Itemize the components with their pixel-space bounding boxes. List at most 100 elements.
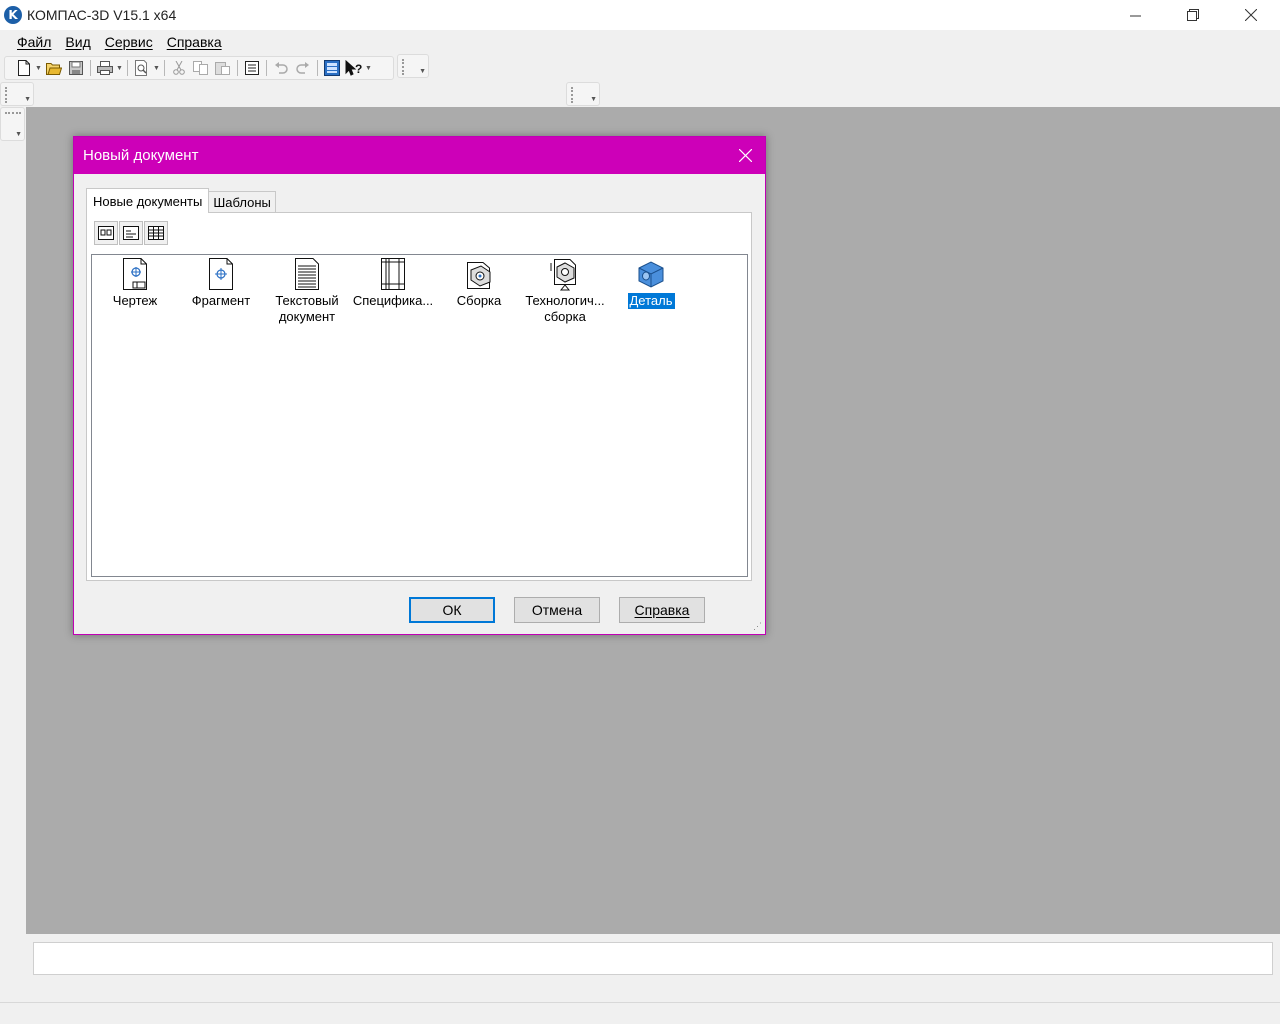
open-button[interactable] [43, 58, 65, 78]
toolbar-stub[interactable]: ▼ [397, 54, 429, 78]
new-document-icon [18, 60, 30, 76]
document-item-drawing[interactable]: Чертеж [92, 257, 178, 309]
context-help-icon: ? [345, 60, 362, 76]
undo-button[interactable] [270, 58, 292, 78]
toolbar-options-icon[interactable]: ▼ [419, 68, 426, 75]
copy-button[interactable] [190, 58, 212, 78]
toolbar-separator [317, 60, 318, 76]
details-view-button[interactable] [144, 221, 168, 245]
properties-button[interactable] [241, 58, 263, 78]
cut-button[interactable] [168, 58, 190, 78]
minimize-button[interactable] [1106, 0, 1164, 30]
undo-icon [275, 62, 288, 74]
toolbar-separator [164, 60, 165, 76]
paste-icon [215, 62, 230, 75]
print-icon [97, 61, 113, 75]
document-item-specification[interactable]: Специфика... [350, 257, 436, 309]
new-document-dialog: Новый документ Новые документы Шаблоны Ч… [73, 136, 766, 635]
document-item-label: Специфика... [352, 293, 434, 308]
document-item-technological-assembly[interactable]: Технологич... сборка [522, 257, 608, 325]
panel-options-icon[interactable]: ▼ [15, 131, 22, 138]
document-item-label: Деталь [627, 293, 675, 309]
panel-options-icon[interactable]: ▼ [590, 96, 597, 103]
minimize-icon [1129, 15, 1141, 16]
compact-panel: ▼ [0, 107, 26, 1002]
redo-button[interactable] [292, 58, 314, 78]
restore-button[interactable] [1164, 0, 1222, 30]
document-item-label: Фрагмент [191, 293, 251, 308]
menu-service[interactable]: Сервис [98, 34, 160, 50]
open-folder-icon [46, 63, 62, 75]
window-title: КОМПАС-3D V15.1 x64 [27, 7, 177, 23]
toolbar-separator [237, 60, 238, 76]
toolbar-overflow-icon[interactable]: ▼ [365, 65, 373, 72]
list-view-button[interactable] [119, 221, 143, 245]
technological-assembly-icon [548, 257, 582, 291]
print-dropdown-icon[interactable]: ▼ [116, 65, 124, 72]
resize-grip-icon[interactable]: ⋰ [753, 621, 762, 632]
details-view-icon [148, 226, 164, 240]
document-item-fragment[interactable]: Фрагмент [178, 257, 264, 309]
center-panel-stub[interactable]: ▼ [566, 82, 600, 106]
bottom-panel [26, 934, 1280, 1002]
fragment-icon [204, 257, 238, 291]
save-button[interactable] [65, 58, 87, 78]
drag-handle-icon[interactable] [402, 59, 406, 75]
kompas-logo-icon: K [4, 6, 22, 24]
menu-file[interactable]: Файл [10, 34, 58, 50]
print-button[interactable] [94, 58, 116, 78]
document-item-label: Текстовый документ [275, 293, 339, 324]
panel-row: ▼ ▼ [0, 82, 1280, 107]
copy-icon [193, 61, 208, 75]
document-item-assembly[interactable]: Сборка [436, 257, 522, 309]
standard-toolbar: ▼ ▼ ▼ ? ▼ [4, 56, 394, 80]
text-document-icon [290, 257, 324, 291]
left-panel-stub[interactable]: ▼ [0, 82, 34, 106]
large-icons-view-button[interactable] [94, 221, 118, 245]
document-item-part[interactable]: Деталь [608, 257, 694, 309]
toolbar-row: ▼ ▼ ▼ ? ▼ ▼ [0, 54, 1280, 82]
toolbar-separator [266, 60, 267, 76]
drag-handle-icon[interactable] [5, 112, 21, 114]
panel-options-icon[interactable]: ▼ [24, 96, 31, 103]
drawing-icon [118, 257, 152, 291]
manager-icon [324, 60, 340, 76]
close-icon [1245, 9, 1257, 21]
dialog-close-button[interactable] [733, 144, 757, 166]
document-item-text[interactable]: Текстовый документ [264, 257, 350, 325]
document-type-list: Чертеж Фрагмент Текстовый документ Специ… [91, 254, 748, 577]
tab-panel-new-documents: Чертеж Фрагмент Текстовый документ Специ… [86, 212, 752, 581]
drag-handle-icon[interactable] [5, 87, 9, 103]
preview-dropdown-icon[interactable]: ▼ [153, 65, 161, 72]
tab-new-documents[interactable]: Новые документы [86, 188, 210, 213]
close-window-button[interactable] [1222, 0, 1280, 30]
new-document-button[interactable] [13, 58, 35, 78]
print-preview-button[interactable] [131, 58, 153, 78]
save-icon [69, 61, 83, 75]
compact-panel-stub[interactable]: ▼ [0, 107, 25, 141]
assembly-icon [462, 257, 496, 291]
cut-icon [173, 61, 185, 75]
paste-button[interactable] [212, 58, 234, 78]
redo-icon [296, 62, 309, 74]
menu-help[interactable]: Справка [160, 34, 229, 50]
new-document-dropdown-icon[interactable]: ▼ [35, 65, 43, 72]
document-item-label: Сборка [456, 293, 502, 308]
specification-icon [376, 257, 410, 291]
manager-button[interactable] [321, 58, 343, 78]
ok-button[interactable]: ОК [409, 597, 495, 623]
help-button[interactable]: Справка [619, 597, 705, 623]
dialog-title: Новый документ [83, 147, 199, 164]
command-line-field[interactable] [33, 942, 1273, 975]
part-icon [634, 257, 668, 291]
menu-view[interactable]: Вид [58, 34, 97, 50]
document-item-label: Технологич... сборка [525, 293, 605, 324]
print-preview-icon [135, 60, 147, 76]
tab-templates[interactable]: Шаблоны [208, 191, 276, 213]
context-help-button[interactable]: ? [343, 58, 365, 78]
toolbar-separator [90, 60, 91, 76]
cancel-button[interactable]: Отмена [514, 597, 600, 623]
drag-handle-icon[interactable] [571, 87, 575, 103]
status-bar [0, 1002, 1280, 1024]
properties-icon [245, 61, 259, 75]
